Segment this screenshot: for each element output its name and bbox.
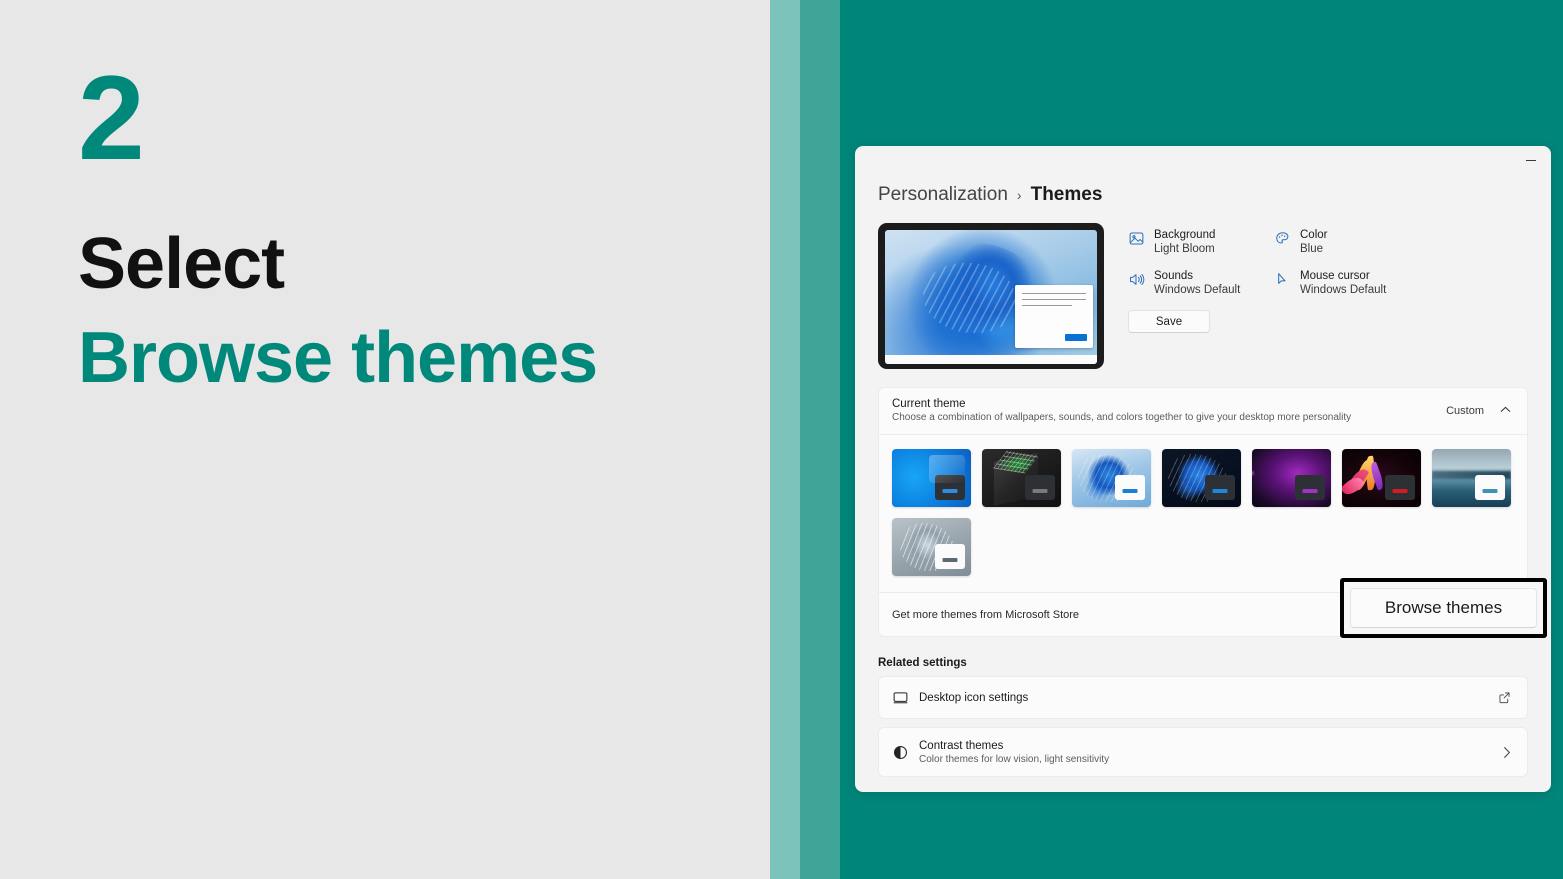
accent-stripe-mid	[800, 0, 840, 879]
theme-tile-window	[1205, 475, 1235, 500]
related-row-sublabel: Color themes for low vision, light sensi…	[919, 753, 1110, 765]
external-link-icon	[1498, 691, 1511, 704]
theme-tile-window	[935, 544, 965, 569]
theme-info-sounds: Sounds Windows Default	[1128, 269, 1274, 297]
related-row-desktop-icon-settings[interactable]: Desktop icon settings	[878, 676, 1528, 719]
theme-tile[interactable]	[892, 449, 971, 507]
current-theme-subtitle: Choose a combination of wallpapers, soun…	[892, 412, 1352, 423]
theme-tile-window	[935, 475, 965, 500]
theme-info-sounds-label: Sounds	[1154, 270, 1194, 283]
palette-icon	[1274, 230, 1291, 247]
theme-info-color-label: Color	[1300, 229, 1328, 241]
breadcrumb-separator-icon: ›	[1016, 187, 1022, 203]
related-row-label: Contrast themes	[919, 739, 1004, 752]
step-number: 2	[78, 51, 145, 185]
theme-info-background-value: Light Bloom	[1154, 243, 1215, 256]
instruction-verb: Select	[78, 224, 285, 304]
store-label: Get more themes from Microsoft Store	[892, 608, 1080, 621]
browse-themes-highlight: Browse themes	[1340, 578, 1547, 638]
chevron-up-icon[interactable]	[1500, 406, 1511, 416]
theme-preview-row: Background Light Bloom Sounds Windows De…	[878, 223, 1528, 369]
theme-tile[interactable]	[1342, 449, 1421, 507]
related-row-contrast-themes[interactable]: Contrast themes Color themes for low vis…	[878, 727, 1528, 777]
settings-window: Personalization › Themes Background Ligh…	[855, 146, 1551, 792]
instruction-panel: 2 Select Browse themes	[0, 0, 770, 879]
theme-tile-window	[1025, 475, 1055, 500]
theme-info-color: Color Blue	[1274, 228, 1484, 256]
theme-tile[interactable]	[892, 518, 971, 576]
breadcrumb: Personalization › Themes	[878, 184, 1528, 206]
save-button[interactable]: Save	[1128, 310, 1210, 334]
theme-tile[interactable]	[1252, 449, 1331, 507]
theme-info-mouse-label: Mouse cursor	[1300, 270, 1370, 283]
theme-tile[interactable]	[1432, 449, 1511, 507]
theme-info-background: Background Light Bloom	[1128, 228, 1274, 256]
contrast-icon	[892, 744, 912, 761]
settings-content: Personalization › Themes Background Ligh…	[855, 184, 1551, 777]
page-root: 2 Select Browse themes Personalization ›…	[0, 0, 1563, 879]
theme-info-column-right: Color Blue Mouse cursor Windows Default	[1274, 228, 1484, 369]
instruction-target: Browse themes	[78, 318, 598, 398]
themes-grid	[879, 435, 1527, 592]
related-settings-title: Related settings	[878, 657, 967, 669]
current-theme-value: Custom	[1446, 404, 1484, 417]
cursor-icon	[1274, 271, 1291, 288]
related-row-label: Desktop icon settings	[919, 691, 1029, 704]
monitor-icon	[892, 689, 912, 706]
theme-tile-window	[1115, 475, 1145, 500]
theme-tile[interactable]	[982, 449, 1061, 507]
theme-tile-window	[1385, 475, 1415, 500]
image-icon	[1128, 230, 1145, 247]
chevron-right-icon	[1503, 746, 1511, 759]
preview-dialog	[1015, 285, 1093, 348]
theme-info-columns: Background Light Bloom Sounds Windows De…	[1128, 223, 1528, 369]
preview-dialog-button	[1065, 334, 1087, 341]
minimize-icon	[1526, 159, 1536, 161]
theme-info-mouse-cursor: Mouse cursor Windows Default	[1274, 269, 1484, 297]
minimize-button[interactable]	[1519, 151, 1543, 169]
preview-taskbar	[885, 355, 1097, 364]
current-theme-title: Current theme	[892, 398, 966, 410]
browse-themes-button[interactable]: Browse themes	[1350, 588, 1537, 628]
theme-tile[interactable]	[1072, 449, 1151, 507]
theme-info-mouse-value: Windows Default	[1300, 284, 1387, 297]
breadcrumb-parent[interactable]: Personalization	[878, 184, 1008, 206]
theme-preview-monitor	[878, 223, 1104, 369]
theme-tile[interactable]	[1162, 449, 1241, 507]
theme-info-sounds-value: Windows Default	[1154, 284, 1241, 297]
theme-tile-window	[1295, 475, 1325, 500]
page-title: Themes	[1030, 184, 1103, 205]
current-theme-header[interactable]: Current theme Choose a combination of wa…	[879, 388, 1527, 434]
speaker-icon	[1128, 271, 1145, 288]
accent-stripe-light	[770, 0, 800, 879]
theme-info-background-label: Background	[1154, 229, 1216, 241]
theme-info-column-left: Background Light Bloom Sounds Windows De…	[1128, 228, 1274, 369]
theme-info-color-value: Blue	[1300, 243, 1324, 256]
monitor-screen	[885, 230, 1097, 364]
theme-tile-window	[1475, 475, 1505, 500]
